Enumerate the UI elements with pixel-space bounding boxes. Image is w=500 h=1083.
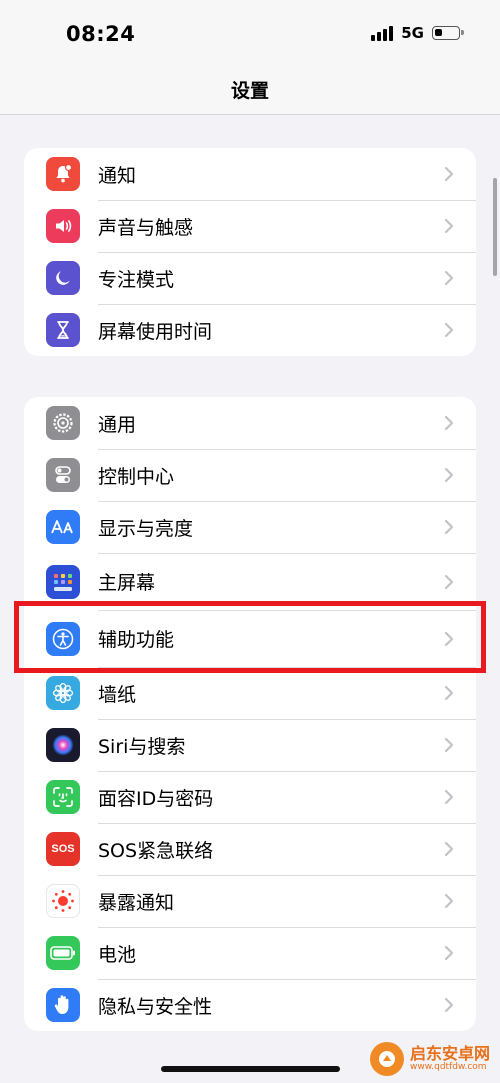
settings-item-general[interactable]: 通用 (24, 397, 476, 449)
battery-status-icon (432, 26, 464, 40)
chevron-right-icon (444, 685, 454, 701)
chevron-right-icon (444, 841, 454, 857)
focus-moon-icon (46, 261, 80, 295)
watermark-sub: www.qdtfdw.com (409, 1061, 487, 1072)
watermark-logo-icon (369, 1042, 404, 1076)
settings-item-label: 通用 (98, 413, 137, 436)
settings-item-notifications[interactable]: 通知 (24, 148, 476, 200)
settings-group-1: 通知 声音与触感 专注模式 屏幕使用时间 (24, 148, 476, 356)
page-title: 设置 (230, 80, 269, 102)
settings-item-label: Siri与搜索 (98, 735, 186, 758)
status-bar: 08:24 5G (0, 0, 500, 70)
chevron-right-icon (444, 893, 454, 909)
highlight-box (14, 601, 486, 673)
screen-time-hourglass-icon (46, 313, 80, 347)
settings-item-screen-time[interactable]: 屏幕使用时间 (24, 304, 476, 356)
settings-item-label: 面容ID与密码 (98, 787, 214, 810)
settings-item-label: 声音与触感 (98, 216, 194, 239)
network-type: 5G (401, 24, 424, 42)
settings-item-label: 墙纸 (98, 683, 137, 706)
settings-item-label: 显示与亮度 (98, 517, 194, 540)
sos-icon: SOS (46, 832, 80, 866)
chevron-right-icon (444, 789, 454, 805)
notifications-icon (46, 157, 80, 191)
settings-item-sounds[interactable]: 声音与触感 (24, 200, 476, 252)
sos-icon-text: SOS (51, 843, 75, 855)
settings-item-exposure-notifications[interactable]: 暴露通知 (24, 875, 476, 927)
home-indicator (161, 1066, 340, 1072)
siri-icon (46, 728, 80, 762)
settings-item-focus[interactable]: 专注模式 (24, 252, 476, 304)
wallpaper-flower-icon (46, 676, 80, 710)
settings-group-2: 通用 控制中心 显示与亮度 主屏幕 辅助功能 墙纸 Siri与搜索 面容ID与密… (24, 397, 476, 1031)
chevron-right-icon (444, 218, 454, 234)
watermark-text: 启东安卓网 www.qdtfdw.com (410, 1045, 490, 1072)
settings-item-label: SOS紧急联络 (98, 839, 214, 862)
settings-item-label: 专注模式 (98, 268, 175, 291)
settings-item-privacy-security[interactable]: 隐私与安全性 (24, 979, 476, 1031)
settings-item-display-brightness[interactable]: 显示与亮度 (24, 501, 476, 553)
settings-item-label: 主屏幕 (98, 572, 156, 594)
chevron-right-icon (444, 737, 454, 753)
navigation-bar: 设置 (0, 70, 500, 115)
scroll-indicator (493, 178, 497, 276)
privacy-hand-icon (46, 988, 80, 1022)
settings-item-wallpaper[interactable]: 墙纸 (24, 667, 476, 719)
chevron-right-icon (444, 997, 454, 1013)
face-id-icon (46, 780, 80, 814)
cellular-signal-icon (371, 25, 394, 41)
settings-item-label: 通知 (98, 164, 137, 187)
sound-icon (46, 209, 80, 243)
chevron-right-icon (444, 322, 454, 338)
chevron-right-icon (444, 519, 454, 535)
settings-item-siri-search[interactable]: Siri与搜索 (24, 719, 476, 771)
settings-item-battery[interactable]: 电池 (24, 927, 476, 979)
settings-item-label: 控制中心 (98, 465, 175, 488)
settings-item-face-id-passcode[interactable]: 面容ID与密码 (24, 771, 476, 823)
home-screen-grid-icon (46, 564, 80, 599)
watermark-main: 启东安卓网 (409, 1044, 490, 1064)
settings-item-emergency-sos[interactable]: SOS SOS紧急联络 (24, 823, 476, 875)
chevron-right-icon (444, 467, 454, 483)
settings-item-label: 暴露通知 (98, 891, 175, 914)
settings-item-label: 隐私与安全性 (98, 995, 213, 1018)
display-aa-icon (46, 510, 80, 544)
gear-icon (46, 406, 80, 440)
chevron-right-icon (444, 166, 454, 182)
chevron-right-icon (444, 945, 454, 961)
exposure-notification-icon (46, 884, 80, 918)
chevron-right-icon (444, 574, 454, 589)
battery-icon (46, 936, 80, 970)
toggles-icon (46, 458, 80, 492)
chevron-right-icon (444, 415, 454, 431)
status-time: 08:24 (66, 22, 136, 46)
chevron-right-icon (444, 270, 454, 286)
settings-item-label: 屏幕使用时间 (98, 320, 213, 343)
watermark: 启东安卓网 www.qdtfdw.com (369, 1042, 490, 1076)
status-indicators: 5G (371, 24, 464, 42)
settings-item-label: 电池 (98, 943, 137, 966)
settings-item-control-center[interactable]: 控制中心 (24, 449, 476, 501)
